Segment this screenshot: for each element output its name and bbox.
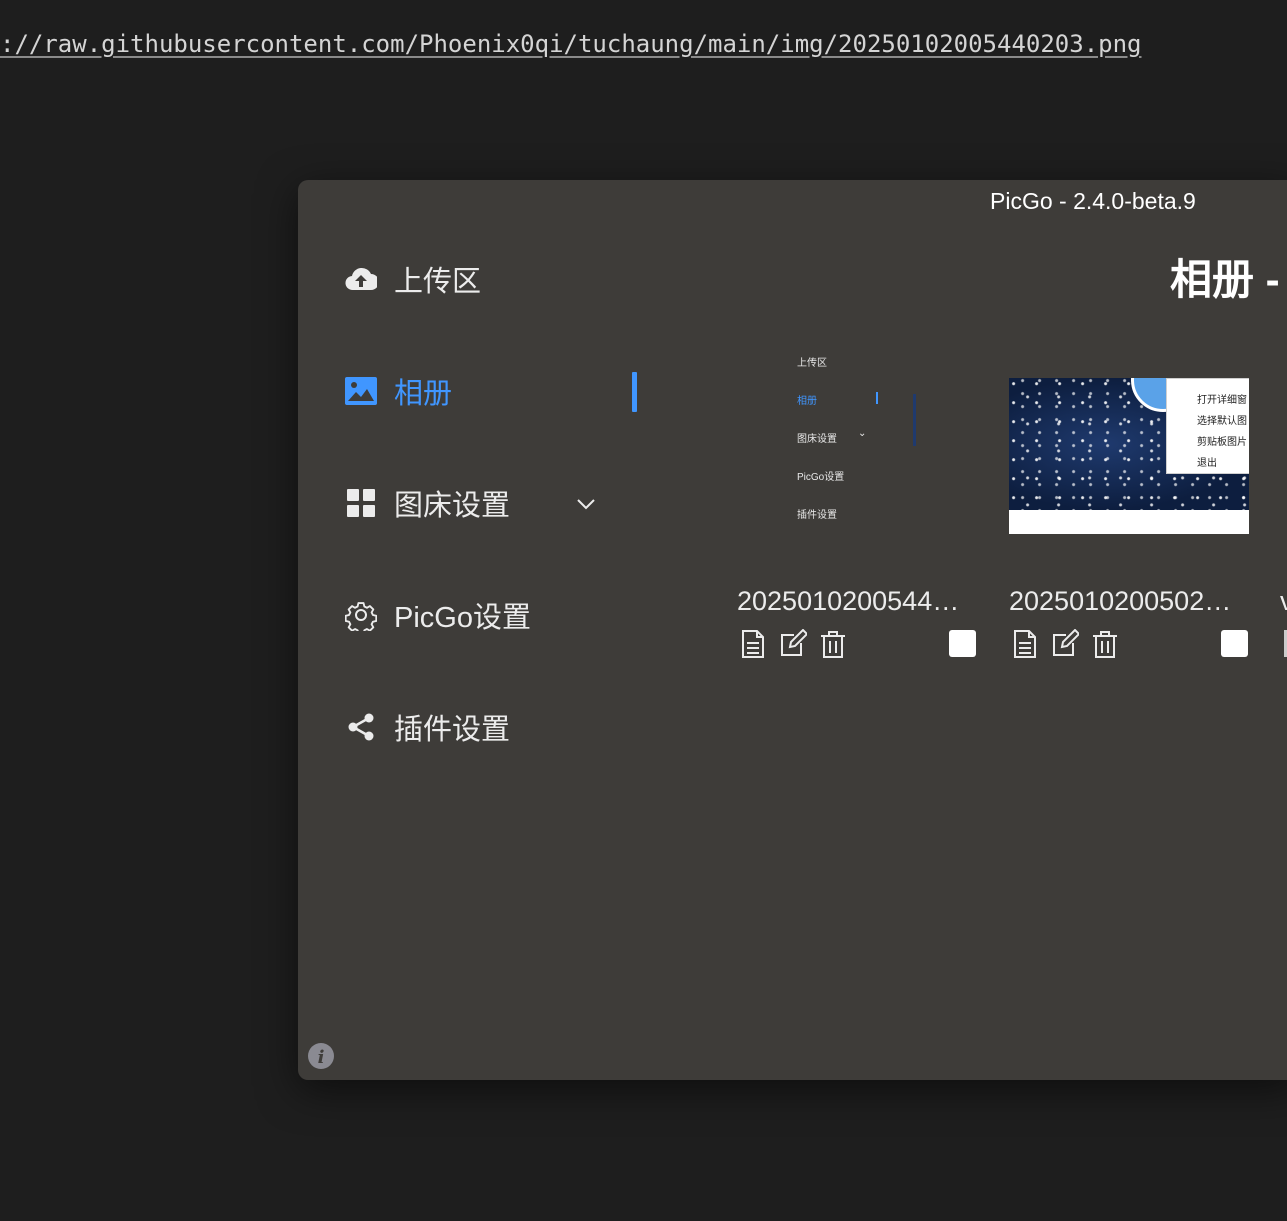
thumbnail-text: 相册	[797, 396, 817, 407]
thumbnail-1[interactable]: 上传区 相册 图床设置 ⌄ PicGo设置 插件设置	[778, 340, 938, 530]
share-icon	[344, 710, 378, 744]
cloud-upload-icon	[344, 262, 378, 296]
thumbnail-text: 上传区	[797, 358, 827, 369]
active-indicator	[632, 372, 637, 412]
thumbnail-text: PicGo设置	[797, 472, 845, 483]
info-icon[interactable]: i	[307, 1042, 335, 1070]
sidebar-item-label: 相册	[394, 378, 453, 410]
thumbnail-context-menu: 打开详细窗 选择默认图 剪贴板图片 退出	[1166, 378, 1249, 474]
thumbnail-chevron: ⌄	[858, 428, 867, 439]
select-checkbox[interactable]	[949, 630, 976, 657]
window-title: PicGo - 2.4.0-beta.9	[990, 188, 1196, 214]
chevron-down-icon[interactable]	[574, 492, 598, 516]
select-checkbox[interactable]	[1221, 630, 1248, 657]
thumbnail-text: 选择默认图	[1197, 416, 1247, 427]
sidebar-item-label: 图床设置	[394, 490, 511, 522]
thumbnail-text: 剪贴板图片	[1197, 437, 1247, 448]
gallery-filename: 2025010200544…	[737, 586, 960, 616]
sidebar-item-label: 插件设置	[394, 714, 511, 746]
thumbnail-text: 插件设置	[797, 510, 837, 521]
copy-link-icon[interactable]	[1011, 629, 1039, 659]
delete-icon[interactable]	[1091, 629, 1119, 659]
thumbnail-text: 打开详细窗	[1197, 395, 1247, 406]
copy-link-icon[interactable]	[739, 629, 767, 659]
image-icon	[344, 374, 378, 408]
thumbnail-indicator	[876, 392, 878, 404]
grid-icon	[344, 486, 378, 520]
sidebar-item-upload[interactable]: 上传区	[344, 259, 481, 299]
sidebar-item-label: 上传区	[394, 266, 482, 298]
page-title: 相册 -	[1170, 256, 1280, 303]
sidebar-item-picgo-settings[interactable]: PicGo设置	[344, 595, 531, 635]
thumbnail-text: 退出	[1197, 458, 1217, 469]
gallery-filename: 2025010200502…	[1009, 586, 1232, 616]
gallery-filename-partial: v	[1280, 586, 1287, 616]
background-url-text[interactable]: ://raw.githubusercontent.com/Phoenix0qi/…	[0, 26, 1142, 62]
gear-icon	[344, 598, 378, 632]
thumbnail-2[interactable]: 打开详细窗 选择默认图 剪贴板图片 退出	[1009, 378, 1249, 534]
sidebar-item-plugin-settings[interactable]: 插件设置	[344, 707, 510, 747]
thumbnail-text: 图床设置	[797, 434, 837, 445]
edit-icon[interactable]	[779, 629, 807, 659]
svg-text:i: i	[318, 1047, 325, 1068]
sidebar-item-label: PicGo设置	[394, 602, 531, 634]
picgo-window: PicGo - 2.4.0-beta.9 上传区 相册 图床设置 PicGo设置…	[298, 180, 1287, 1080]
thumbnail-strip	[913, 394, 916, 446]
delete-icon[interactable]	[819, 629, 847, 659]
sidebar-item-pic-bed-settings[interactable]: 图床设置	[344, 483, 510, 523]
edit-icon[interactable]	[1051, 629, 1079, 659]
sidebar-item-gallery[interactable]: 相册	[344, 371, 452, 411]
